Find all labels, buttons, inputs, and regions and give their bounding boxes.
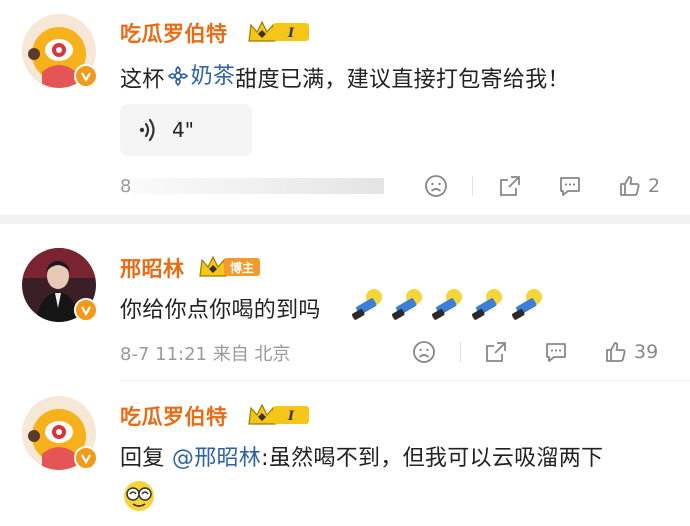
comment-text-content: 你给你点你喝的到吗 [120, 298, 321, 323]
like-count: 2 [648, 175, 661, 197]
level-badge[interactable]: I [247, 402, 311, 432]
row-divider [120, 380, 690, 381]
comment-1: 吃瓜罗伯特 I 这杯 奶茶 甜度已满，建议直接打包寄给我！ 4" 8 2 [0, 0, 690, 215]
voice-wave-icon [139, 118, 155, 142]
comment-text: 这杯 奶茶 甜度已满，建议直接打包寄给我！ [120, 58, 570, 94]
comment-timestamp: 8-7 11:21 来自 北京 [120, 344, 291, 365]
topic-label: 奶茶 [190, 64, 236, 89]
share-button[interactable] [498, 174, 522, 198]
bulb-emoji-icon [512, 289, 542, 320]
avatar[interactable] [22, 14, 98, 88]
topic-link[interactable]: 奶茶 [165, 58, 236, 90]
emoji-row [348, 286, 546, 324]
separator [460, 342, 461, 362]
role-text: 博主 [230, 260, 254, 275]
meta-left: 8 [120, 176, 132, 197]
avatar[interactable] [22, 248, 98, 322]
avatar[interactable] [22, 396, 98, 470]
comment-meta: 8 [120, 176, 131, 197]
reply-text: 回复 @邢昭林:虽然喝不到，但我可以云吸溜两下 [120, 440, 603, 472]
comment-text-suffix: 甜度已满，建议直接打包寄给我！ [235, 67, 570, 93]
bulb-emoji-icon [392, 289, 422, 320]
level-number: I [287, 409, 295, 424]
comment-icon [546, 343, 566, 362]
voice-message[interactable]: 4" [120, 104, 252, 156]
comment-text-prefix: 这杯 [120, 67, 165, 93]
like-button[interactable]: 39 [604, 340, 658, 364]
dislike-button[interactable] [412, 340, 436, 364]
share-button[interactable] [484, 340, 508, 364]
verified-badge-icon [74, 446, 98, 470]
thumb-up-icon [620, 176, 640, 196]
username[interactable]: 邢昭林 [120, 253, 185, 283]
sad-face-icon [425, 175, 447, 197]
share-icon [500, 176, 520, 196]
bulb-emoji-icon [352, 289, 382, 320]
laughing-emoji-icon [120, 476, 158, 518]
bulb-emoji-icon [472, 289, 502, 320]
comment-2: 邢昭林 博主 你给你点你喝的到吗 8-7 11:21 来自 北京 39 [0, 224, 690, 384]
meta-fade [132, 178, 384, 194]
section-divider [0, 215, 690, 224]
verified-badge-icon [74, 298, 98, 322]
topic-flower-icon [167, 65, 188, 86]
mention-link[interactable]: @邢昭林 [172, 446, 261, 471]
username[interactable]: 吃瓜罗伯特 [120, 401, 228, 431]
reply-button[interactable] [544, 340, 568, 364]
sad-face-icon [413, 341, 435, 363]
comment-icon [560, 177, 580, 196]
separator [472, 176, 473, 196]
verified-badge-icon [74, 64, 98, 88]
username[interactable]: 吃瓜罗伯特 [120, 18, 228, 48]
reply-button[interactable] [558, 174, 582, 198]
author-badge[interactable]: 博主 [198, 254, 262, 284]
like-count: 39 [634, 341, 659, 363]
comment-text: 你给你点你喝的到吗 [120, 292, 321, 324]
level-number: I [287, 26, 295, 41]
share-icon [486, 342, 506, 362]
voice-duration: 4" [172, 118, 194, 142]
like-button[interactable]: 2 [618, 174, 660, 198]
reply-content: :虽然喝不到，但我可以云吸溜两下 [261, 446, 604, 471]
bulb-emoji-icon [432, 289, 462, 320]
level-badge[interactable]: I [247, 19, 311, 49]
dislike-button[interactable] [424, 174, 448, 198]
comment-3: 吃瓜罗伯特 I 回复 @邢昭林:虽然喝不到，但我可以云吸溜两下 [0, 382, 690, 526]
thumb-up-icon [606, 342, 626, 362]
reply-prefix: 回复 [120, 446, 172, 471]
